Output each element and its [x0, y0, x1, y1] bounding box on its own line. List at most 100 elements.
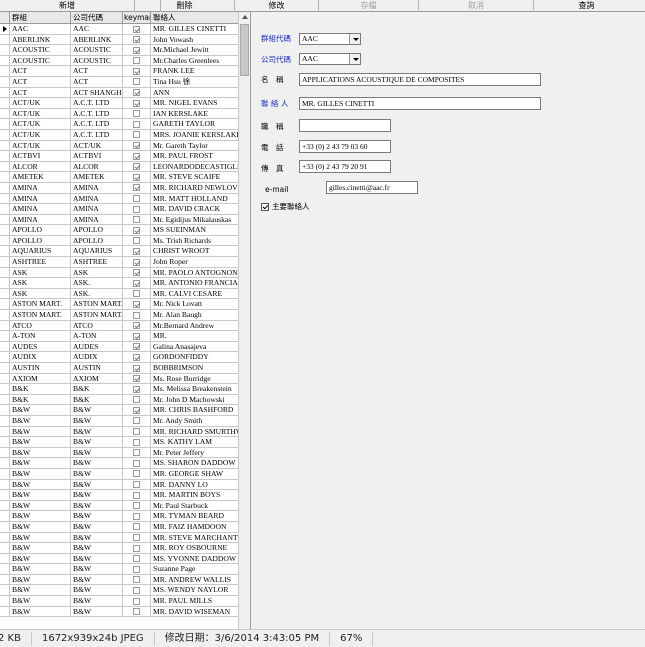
cell-group[interactable]: B&W [10, 468, 71, 480]
cell-keyman[interactable] [123, 394, 151, 406]
row-indicator[interactable] [0, 108, 10, 120]
cell-keyman[interactable] [123, 596, 151, 607]
row-indicator[interactable] [0, 225, 10, 236]
table-row[interactable]: AAC AAC MR. GILLES CINETTI [0, 24, 238, 35]
keyman-checkbox[interactable] [133, 375, 140, 383]
table-row[interactable]: B&W B&W MR. TYMAN BEARD [0, 511, 238, 522]
cell-group[interactable]: ABERLINK [10, 34, 71, 46]
cell-company[interactable]: APOLLO [71, 225, 123, 236]
cell-contact[interactable]: MR. DANNY LO [151, 480, 238, 491]
row-indicator[interactable] [0, 45, 10, 56]
cell-keyman[interactable] [123, 214, 151, 226]
query-button[interactable]: 查詢 [534, 0, 639, 12]
delete-button[interactable]: 刪除 [135, 0, 235, 12]
row-indicator[interactable] [0, 564, 10, 575]
cell-company[interactable]: B&W [71, 479, 123, 491]
cell-company[interactable]: AUSTIN [71, 363, 123, 374]
cell-company[interactable]: APOLLO [71, 235, 123, 247]
cell-group[interactable]: ASTON MART. [10, 299, 71, 311]
cell-contact[interactable]: Mr. Alan Baugh [151, 310, 238, 321]
cell-group[interactable]: ACT [10, 66, 71, 77]
cell-keyman[interactable] [123, 458, 151, 469]
cell-keyman[interactable] [123, 172, 151, 183]
cell-keyman[interactable] [123, 235, 151, 247]
keyman-checkbox[interactable] [133, 523, 140, 531]
cell-contact[interactable]: MS. KATHY LAM [151, 437, 238, 448]
fax-field[interactable]: +33 (0) 2 43 79 20 91 [299, 160, 391, 173]
row-indicator[interactable] [0, 532, 10, 544]
cell-contact[interactable]: MR. RICHARD NEWLOVE [151, 183, 238, 194]
keyman-checkbox[interactable] [133, 459, 140, 467]
cell-company[interactable]: AUDES [71, 341, 123, 353]
cell-keyman[interactable] [123, 447, 151, 459]
table-row[interactable]: B&W B&W MR. MARTIN BOYS [0, 490, 238, 501]
contacts-grid[interactable]: 群組 公司代碼 keyman 聯絡人 AAC AAC MR. GILLES CINE… [0, 12, 250, 629]
cell-keyman[interactable] [123, 246, 151, 258]
cell-company[interactable]: B&K [71, 394, 123, 406]
cell-group[interactable]: B&W [10, 532, 71, 544]
table-row[interactable]: ACT/UK A.C.T. LTD IAN KERSLAKE [0, 108, 238, 120]
cell-contact[interactable]: MR. STEVE SCAIFE [151, 172, 238, 183]
row-indicator[interactable] [0, 384, 10, 395]
cell-keyman[interactable] [123, 34, 151, 46]
check-icon[interactable] [261, 203, 269, 211]
cell-group[interactable]: B&K [10, 394, 71, 406]
cell-contact[interactable]: MRS. JOANIE KERSLAKE [151, 130, 238, 141]
cell-company[interactable]: AXIOM [71, 373, 123, 385]
cell-keyman[interactable] [123, 363, 151, 374]
table-row[interactable]: B&WB&W MR. RICHARD SMURTHWAITE [0, 426, 238, 438]
table-row[interactable]: ASTON MART. ASTON MART. Mr. Alan Baugh [0, 310, 238, 321]
table-row[interactable]: ASK ASK. MR. CALVI CESARE [0, 288, 238, 300]
keyman-checkbox[interactable] [133, 343, 140, 351]
cell-company[interactable]: B&W [71, 468, 123, 480]
cell-keyman[interactable] [123, 310, 151, 321]
row-indicator[interactable] [0, 140, 10, 152]
cell-keyman[interactable] [123, 384, 151, 395]
table-row[interactable]: ACT ACT Tina Hsu 徐 [0, 76, 238, 88]
table-row[interactable]: ACT ACT FRANK LEE [0, 66, 238, 77]
keyman-checkbox[interactable] [133, 78, 140, 86]
cell-company[interactable]: B&W [71, 437, 123, 448]
table-row[interactable]: ACT/UK A.C.T. LTD MR. NIGEL EVANS [0, 98, 238, 109]
row-indicator[interactable] [0, 129, 10, 141]
cell-company[interactable]: B&W [71, 426, 123, 438]
cell-group[interactable]: B&W [10, 543, 71, 554]
row-indicator[interactable] [0, 341, 10, 353]
cancel-button[interactable]: 取消 [419, 0, 534, 12]
cell-keyman[interactable] [123, 405, 151, 416]
cell-company[interactable]: ASK [71, 267, 123, 279]
cell-keyman[interactable] [123, 500, 151, 512]
table-row[interactable]: ACOUSTIC ACOUSTIC Mr.Michael Jewitt [0, 45, 238, 56]
cell-group[interactable]: ACOUSTIC [10, 55, 71, 67]
cell-company[interactable]: A.C.T. LTD [71, 108, 123, 120]
keyman-checkbox[interactable] [133, 110, 140, 118]
group-code-select[interactable]: AAC [299, 33, 361, 45]
cell-contact[interactable]: GORDONFIDDY [151, 352, 238, 363]
table-row[interactable]: ACT/UK A.C.T. LTD GARETH TAYLOR [0, 119, 238, 130]
keyman-checkbox[interactable] [133, 290, 140, 298]
row-indicator[interactable] [0, 596, 10, 607]
cell-contact[interactable]: MR. PAOLO ANTOGNONI [151, 268, 238, 279]
cell-keyman[interactable] [123, 574, 151, 586]
cell-company[interactable]: A.C.T. LTD [71, 98, 123, 109]
table-row[interactable]: ASHTREE ASHTREE John Roper [0, 257, 238, 268]
cell-contact[interactable]: ANN [151, 88, 238, 99]
row-indicator[interactable] [0, 161, 10, 173]
cell-contact[interactable]: MR. ROY OSBOURNE [151, 543, 238, 554]
cell-keyman[interactable] [123, 490, 151, 501]
keyman-checkbox[interactable] [133, 163, 140, 171]
cell-keyman[interactable] [123, 140, 151, 152]
cell-keyman[interactable] [123, 479, 151, 491]
cell-contact[interactable]: Mr. Paul Starbuck [151, 501, 238, 512]
cell-group[interactable]: B&W [10, 479, 71, 491]
cell-keyman[interactable] [123, 543, 151, 554]
keyman-checkbox[interactable] [133, 258, 140, 266]
cell-keyman[interactable] [123, 55, 151, 67]
cell-group[interactable]: ASK [10, 288, 71, 300]
cell-contact[interactable]: MS. WENDY NAYLOR [151, 585, 238, 596]
header-contact[interactable]: 聯絡人 [151, 12, 238, 24]
cell-contact[interactable]: MR. MATT HOLLAND [151, 194, 238, 205]
row-indicator[interactable] [0, 34, 10, 46]
add-button[interactable]: 新增 [0, 0, 135, 12]
row-indicator[interactable] [0, 235, 10, 247]
